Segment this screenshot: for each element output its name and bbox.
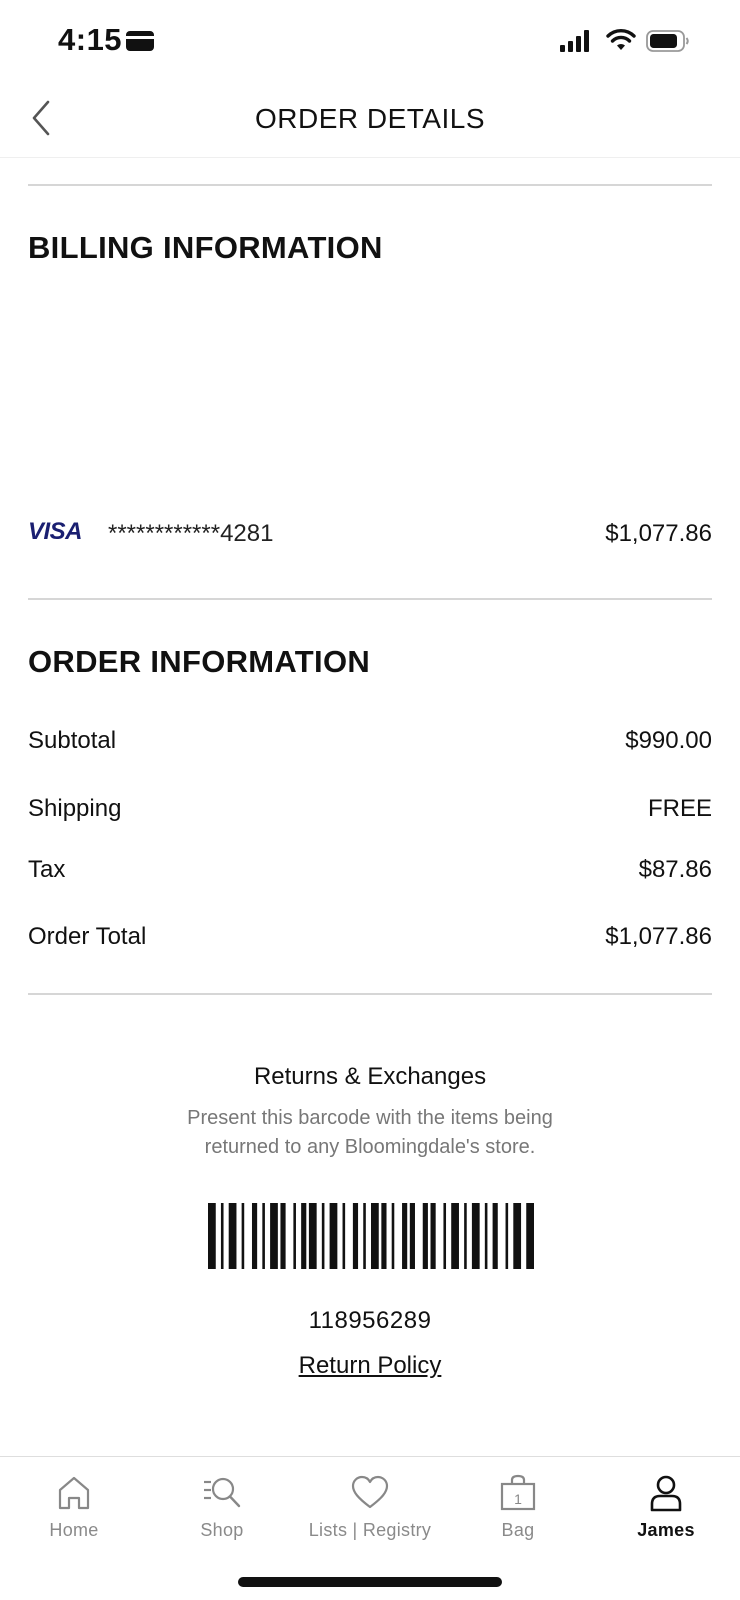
billing-section-title: BILLING INFORMATION <box>28 230 383 265</box>
barcode-bar <box>409 1203 415 1269</box>
return-policy-row: Return Policy <box>0 1352 740 1380</box>
tab-bag[interactable]: 1 Bag <box>444 1466 592 1558</box>
shipping-value: FREE <box>647 795 712 822</box>
barcode-bar <box>443 1203 447 1269</box>
tab-bag-label: Bag <box>501 1520 535 1540</box>
tab-account-label: James <box>637 1520 695 1540</box>
barcode-bar <box>208 1203 216 1269</box>
tab-account[interactable]: James <box>592 1466 740 1558</box>
person-icon <box>650 1475 682 1512</box>
barcode-bar <box>484 1203 488 1269</box>
billing-amount: $1,077.86 <box>605 520 712 547</box>
barcode-bar <box>329 1203 338 1269</box>
tab-bar-divider <box>0 1456 740 1457</box>
barcode-number: 118956289 <box>308 1307 432 1334</box>
barcode-bar <box>464 1203 467 1269</box>
header-divider <box>0 157 740 158</box>
barcode-bar <box>280 1203 286 1269</box>
barcode-bar <box>371 1203 379 1269</box>
tab-lists-registry-label: Lists | Registry <box>308 1520 432 1540</box>
tax-label: Tax <box>28 856 66 883</box>
section-divider <box>28 993 712 995</box>
barcode-bar <box>342 1203 346 1269</box>
status-time: 4:15 <box>58 22 123 57</box>
barcode-bar <box>505 1203 509 1269</box>
barcode-bar <box>402 1203 408 1269</box>
section-divider <box>28 598 712 600</box>
barcode-bar <box>492 1203 498 1269</box>
returns-title: Returns & Exchanges <box>253 1063 487 1090</box>
home-indicator <box>238 1577 502 1587</box>
tab-shop[interactable]: Shop <box>148 1466 296 1558</box>
tab-shop-label: Shop <box>200 1520 244 1540</box>
tab-home-label: Home <box>49 1520 99 1540</box>
subtotal-label: Subtotal <box>28 727 117 754</box>
barcode-bar <box>471 1203 480 1269</box>
barcode-bar <box>270 1203 278 1269</box>
barcode-bar <box>363 1203 366 1269</box>
barcode-bar <box>308 1203 317 1269</box>
barcode-bar <box>526 1203 534 1269</box>
barcode-bar <box>220 1203 224 1269</box>
barcode-bar <box>391 1203 395 1269</box>
card-number: ************4281 <box>108 520 274 547</box>
return-barcode <box>208 1203 534 1269</box>
barcode-bar <box>241 1203 245 1269</box>
tax-value: $87.86 <box>638 856 712 883</box>
order-total-value: $1,077.86 <box>605 923 712 950</box>
bag-count: 1 <box>514 1491 522 1507</box>
heart-icon <box>351 1475 389 1509</box>
barcode-bar <box>262 1203 265 1269</box>
wallet-card-icon <box>126 31 154 51</box>
shop-search-icon <box>204 1477 241 1508</box>
return-policy-link[interactable]: Return Policy <box>299 1352 442 1379</box>
barcode-bar <box>422 1203 428 1269</box>
shipping-label: Shipping <box>28 795 122 822</box>
returns-description: Present this barcode with the items bein… <box>187 1107 553 1158</box>
barcode-bar <box>352 1203 359 1269</box>
barcode-bar <box>251 1203 258 1269</box>
cellular-signal-icon <box>560 30 589 52</box>
tab-lists-registry[interactable]: Lists | Registry <box>296 1466 444 1558</box>
page-title: ORDER DETAILS <box>254 103 486 134</box>
battery-icon <box>646 30 689 52</box>
visa-logo: VISA <box>28 518 83 545</box>
barcode-bar <box>301 1203 307 1269</box>
order-section-title: ORDER INFORMATION <box>28 644 371 679</box>
wifi-icon <box>606 29 636 50</box>
barcode-bar <box>381 1203 387 1269</box>
barcode-bar <box>293 1203 296 1269</box>
barcode-bar <box>228 1203 237 1269</box>
home-icon <box>58 1476 90 1510</box>
section-divider <box>28 184 712 186</box>
order-total-label: Order Total <box>28 923 147 950</box>
subtotal-value: $990.00 <box>625 727 712 754</box>
tab-home[interactable]: Home <box>0 1466 148 1558</box>
barcode-bar <box>321 1203 325 1269</box>
bag-icon: 1 <box>500 1474 536 1511</box>
barcode-bar <box>451 1203 459 1269</box>
barcode-bar <box>513 1203 522 1269</box>
barcode-bar <box>430 1203 436 1269</box>
